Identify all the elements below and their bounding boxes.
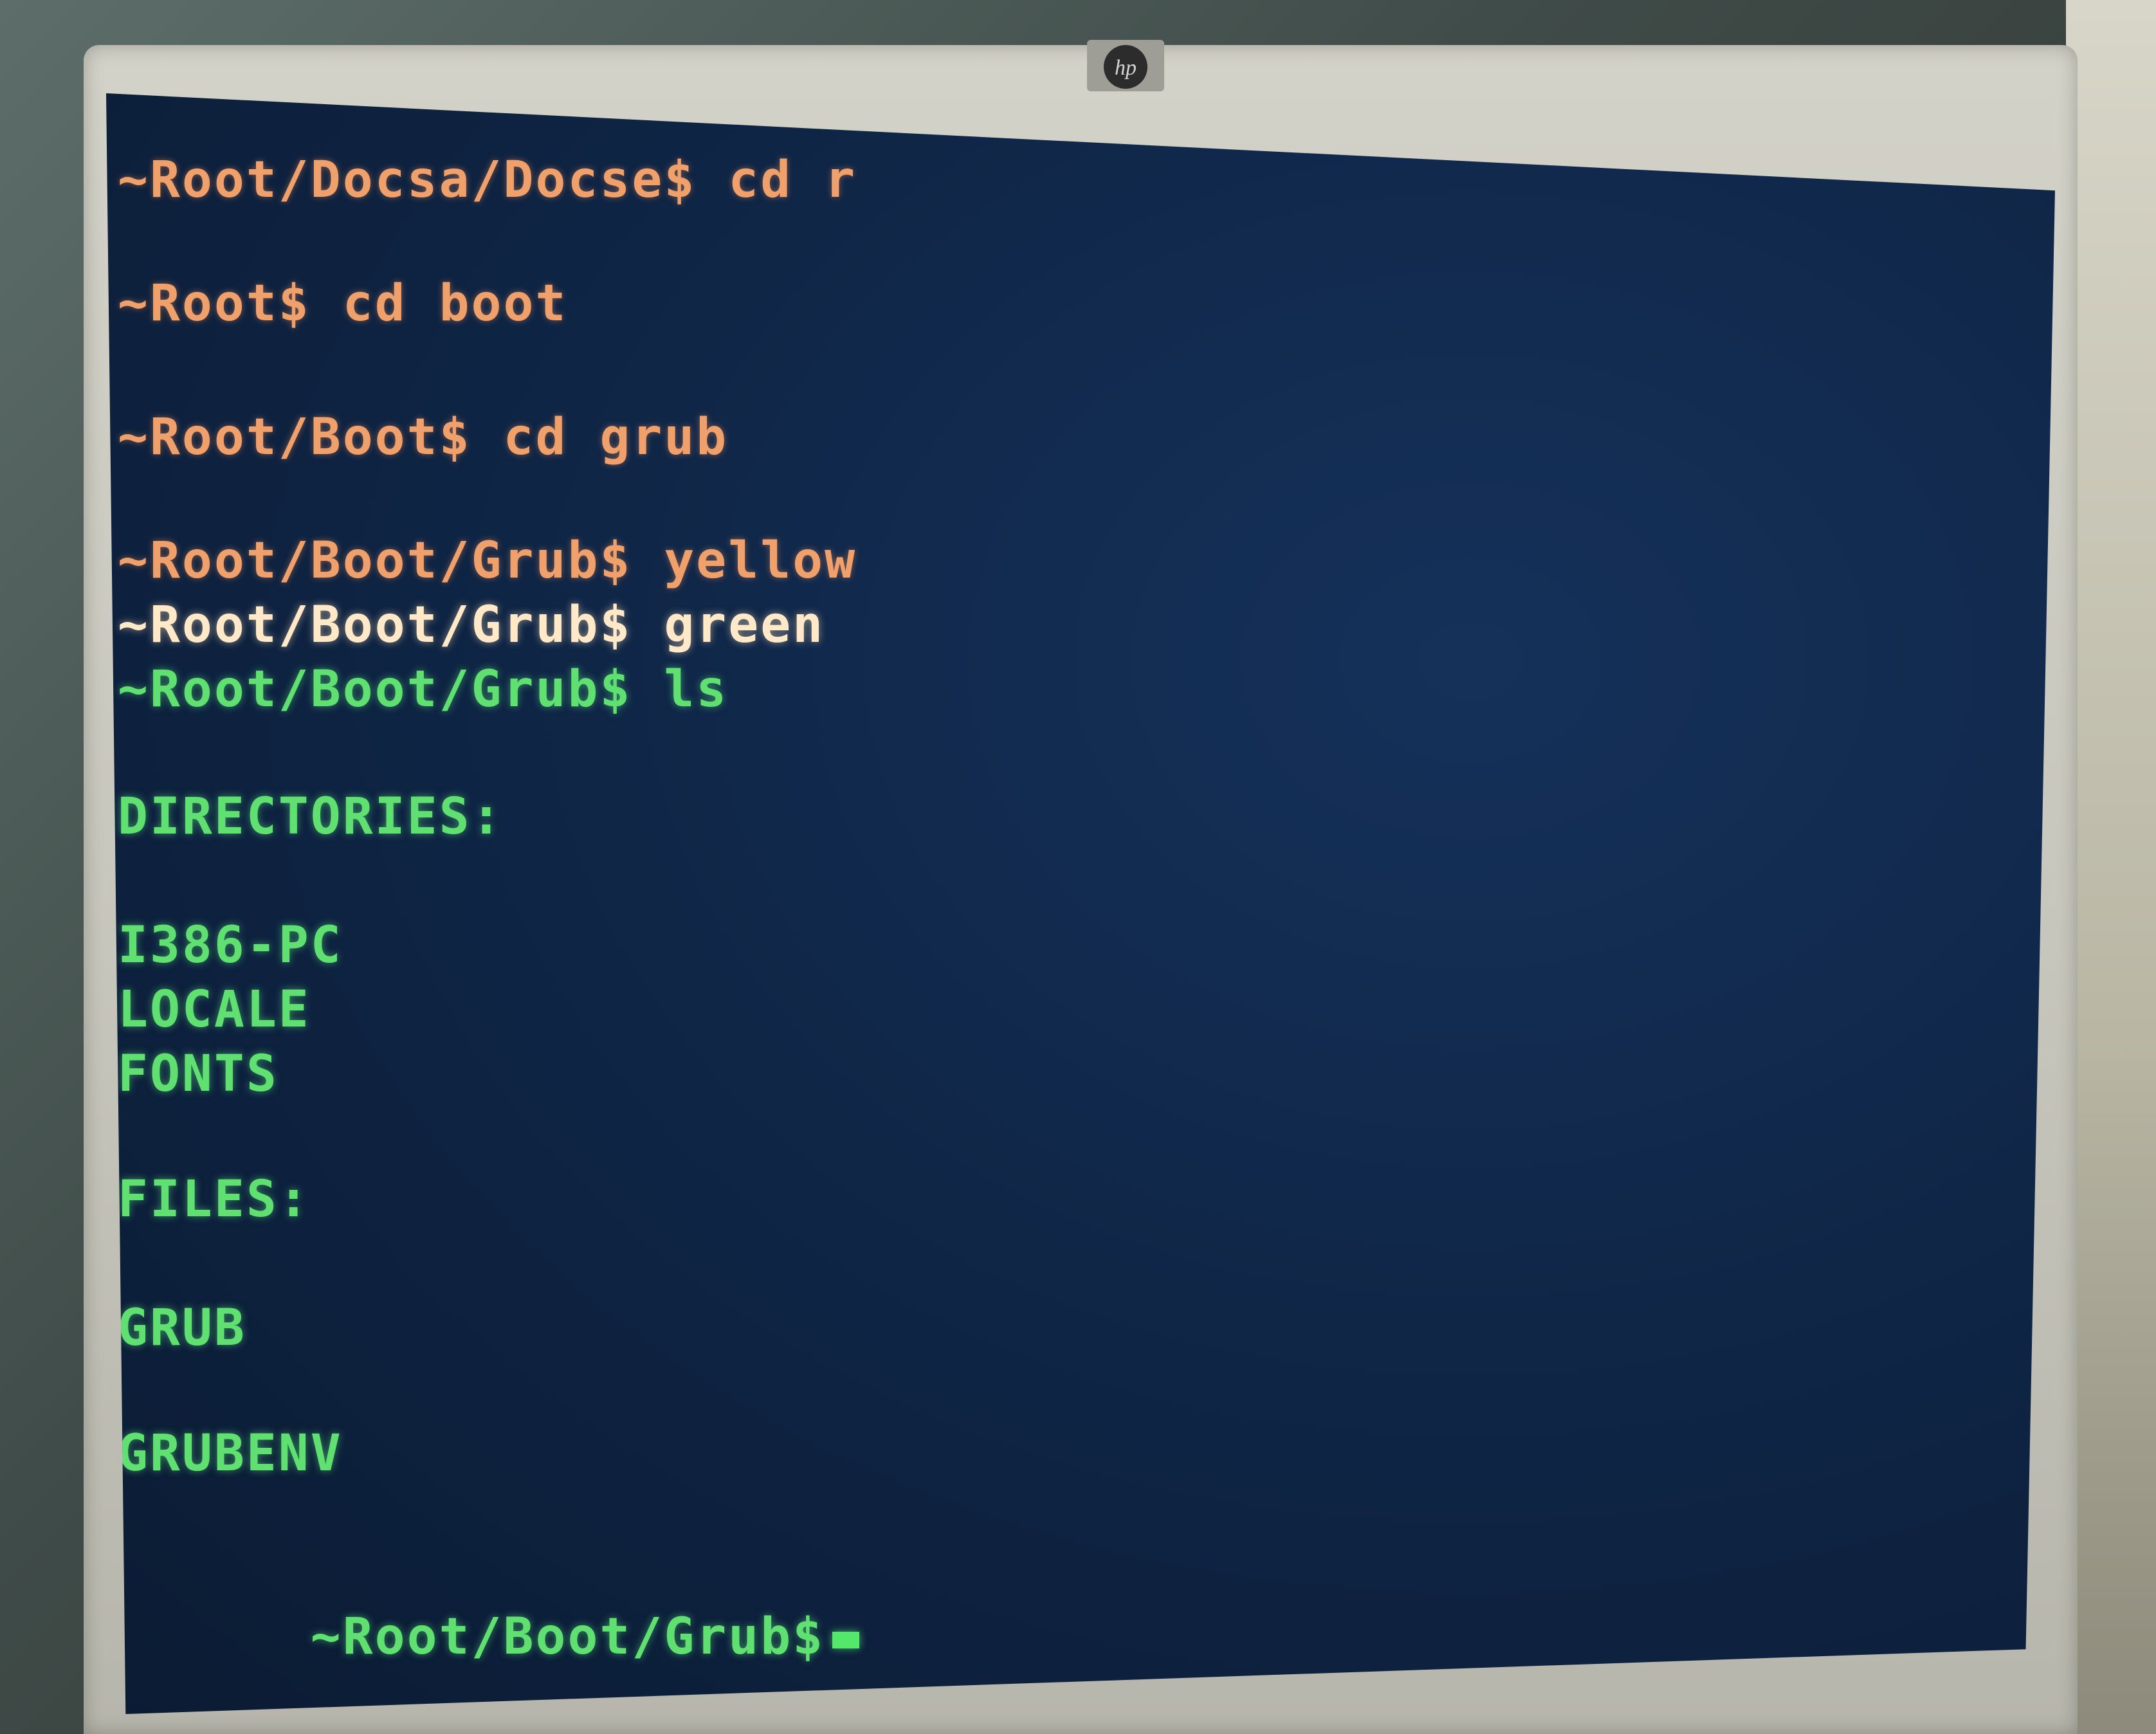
file-item: GRUB xyxy=(118,1299,246,1357)
directories-heading: DIRECTORIES: xyxy=(118,788,504,846)
directory-item: I386-PC xyxy=(118,917,343,974)
terminal-line: ~Root/Boot/Grub$ yellow xyxy=(118,532,857,590)
terminal-line: ~Root/Docsa/Docse$ cd r xyxy=(118,151,857,209)
terminal-line: ~Root/Boot/Grub$ green xyxy=(118,596,825,654)
text-cursor xyxy=(832,1631,860,1648)
files-heading: FILES: xyxy=(118,1171,311,1228)
directory-item: FONTS xyxy=(118,1045,279,1103)
background-wall-right xyxy=(2066,0,2156,1734)
terminal-prompt[interactable]: ~Root/Boot/Grub$ xyxy=(118,1550,860,1714)
file-item: GRUBENV xyxy=(118,1425,343,1483)
svg-text:hp: hp xyxy=(1115,56,1137,80)
prompt-text: ~Root/Boot/Grub$ xyxy=(310,1608,825,1666)
hp-logo-icon: hp xyxy=(1104,45,1147,89)
directory-item: LOCALE xyxy=(118,981,311,1039)
terminal-line: ~Root/Boot/Grub$ ls xyxy=(118,661,729,718)
terminal-line: ~Root/Boot$ cd grub xyxy=(118,408,729,466)
monitor-screen: ~Root/Docsa/Docse$ cd r ~Root$ cd boot ~… xyxy=(106,93,2055,1714)
terminal-line: ~Root$ cd boot xyxy=(118,275,568,333)
